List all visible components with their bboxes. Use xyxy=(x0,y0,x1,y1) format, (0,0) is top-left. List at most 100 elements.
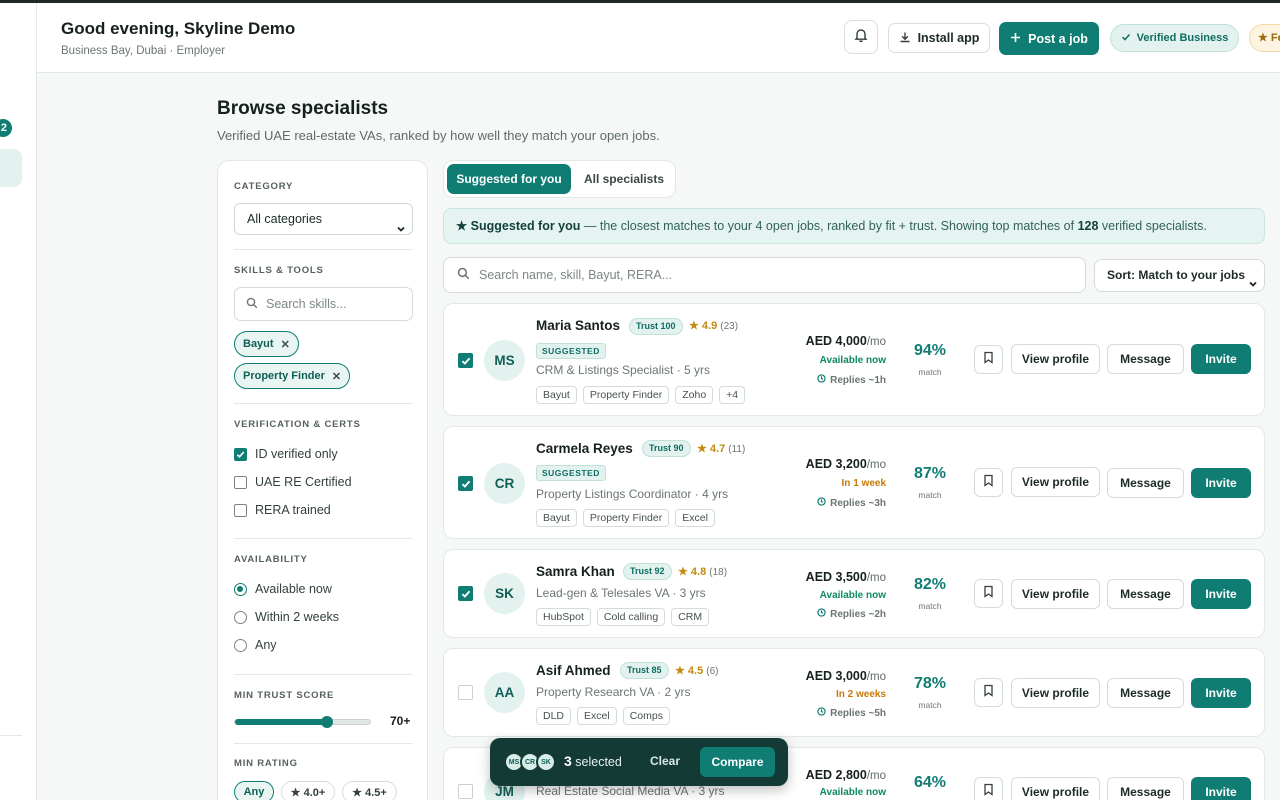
more-tags-badge[interactable]: +4 xyxy=(719,386,746,404)
message-button[interactable]: Message xyxy=(1107,777,1184,800)
checkbox-unchecked[interactable] xyxy=(234,475,247,489)
price-value: AED 3,000 xyxy=(805,669,867,683)
slider-fill xyxy=(235,719,327,725)
specialist-name[interactable]: Maria Santos xyxy=(536,318,620,333)
specialist-card[interactable]: CR Carmela Reyes Trust 90 ★ 4.7 (11) SUG… xyxy=(443,426,1265,539)
verified-business-label: Verified Business xyxy=(1136,32,1229,44)
available-now-radio[interactable]: Available now xyxy=(234,582,332,596)
bookmark-button[interactable] xyxy=(974,678,1003,707)
selected-avatar: SK xyxy=(536,752,556,772)
specialist-card[interactable]: MS Maria Santos Trust 100 ★ 4.9 (23) SUG… xyxy=(443,303,1265,416)
min-trust-heading: MIN TRUST SCORE xyxy=(234,690,335,701)
select-checkbox[interactable] xyxy=(458,685,473,700)
bookmark-button[interactable] xyxy=(974,468,1003,497)
reply-time-text: Replies ~1h xyxy=(830,374,886,386)
match-percent: 82% xyxy=(913,576,947,593)
trust-badge: Trust 92 xyxy=(623,563,672,580)
sort-select[interactable]: Sort: Match to your jobs xyxy=(1094,259,1265,292)
message-button[interactable]: Message xyxy=(1107,678,1184,708)
radio-selected[interactable] xyxy=(234,582,247,596)
view-profile-button[interactable]: View profile xyxy=(1011,344,1100,374)
match-percent: 87% xyxy=(913,465,947,482)
invite-button[interactable]: Invite xyxy=(1191,678,1251,708)
slider-thumb[interactable] xyxy=(320,716,333,728)
skill-tag: Bayut xyxy=(536,509,577,527)
id-verified-checkbox[interactable]: ID verified only xyxy=(234,447,338,461)
bookmark-button[interactable] xyxy=(974,579,1003,608)
reply-time: Replies ~1h xyxy=(817,374,886,386)
skill-chip-bayut[interactable]: Bayut ✕ xyxy=(234,331,299,357)
tab-all-specialists[interactable]: All specialists xyxy=(574,164,674,194)
price-value: AED 3,500 xyxy=(805,570,867,584)
select-checkbox[interactable] xyxy=(458,784,473,799)
invite-button[interactable]: Invite xyxy=(1191,468,1251,498)
checkbox-unchecked[interactable] xyxy=(234,503,247,517)
any-availability-radio[interactable]: Any xyxy=(234,638,277,652)
radio-unselected[interactable] xyxy=(234,610,247,624)
specialist-name[interactable]: Asif Ahmed xyxy=(536,663,611,678)
view-profile-button[interactable]: View profile xyxy=(1011,579,1100,609)
sidebar-item-active[interactable] xyxy=(0,149,22,187)
sidebar-badge[interactable]: 2 xyxy=(0,119,12,137)
specialist-search-input[interactable]: Search name, skill, Bayut, RERA... xyxy=(443,257,1086,293)
specialist-role: Property Research VA · 2 yrs xyxy=(536,685,691,699)
skills-search-input[interactable]: Search skills... xyxy=(234,287,413,321)
tab-suggested[interactable]: Suggested for you xyxy=(447,164,571,194)
banner-count: 128 xyxy=(1077,219,1099,233)
invite-button[interactable]: Invite xyxy=(1191,344,1251,374)
specialist-card[interactable]: AA Asif Ahmed Trust 85 ★ 4.5 (6) Propert… xyxy=(443,648,1265,737)
view-profile-button[interactable]: View profile xyxy=(1011,467,1100,497)
specialist-role: Lead-gen & Telesales VA · 3 yrs xyxy=(536,586,706,600)
clock-icon xyxy=(817,707,826,719)
min-trust-slider[interactable] xyxy=(234,716,371,728)
view-profile-button[interactable]: View profile xyxy=(1011,777,1100,800)
bookmark-button[interactable] xyxy=(974,345,1003,374)
post-job-button[interactable]: Post a job xyxy=(999,22,1099,55)
notifications-button[interactable] xyxy=(844,20,878,54)
uae-re-certified-checkbox[interactable]: UAE RE Certified xyxy=(234,475,352,489)
install-app-button[interactable]: Install app xyxy=(888,23,990,53)
filter-divider xyxy=(234,674,413,675)
specialist-card[interactable]: SK Samra Khan Trust 92 ★ 4.8 (18) Lead-g… xyxy=(443,549,1265,638)
bookmark-button[interactable] xyxy=(974,777,1003,800)
match-label: match xyxy=(918,601,942,611)
bookmark-icon xyxy=(983,351,994,369)
monthly-rate: AED 2,800/mo xyxy=(806,768,886,782)
post-job-label: Post a job xyxy=(1028,31,1088,46)
specialist-name[interactable]: Carmela Reyes xyxy=(536,441,633,456)
message-button[interactable]: Message xyxy=(1107,344,1184,374)
radio-label: Available now xyxy=(255,582,332,596)
availability-status: Available now xyxy=(819,787,886,798)
select-checkbox[interactable] xyxy=(458,586,473,601)
min-trust-value: 70+ xyxy=(390,714,411,728)
select-checkbox[interactable] xyxy=(458,476,473,491)
message-button[interactable]: Message xyxy=(1107,579,1184,609)
compare-button[interactable]: Compare xyxy=(700,747,775,777)
rating-4-5-option[interactable]: ★ 4.5+ xyxy=(342,781,397,800)
specialist-name[interactable]: Samra Khan xyxy=(536,564,615,579)
view-profile-button[interactable]: View profile xyxy=(1011,678,1100,708)
rera-trained-checkbox[interactable]: RERA trained xyxy=(234,503,331,517)
avatar: CR xyxy=(484,463,525,504)
clear-selection-button[interactable]: Clear xyxy=(650,754,680,768)
availability-status: In 1 week xyxy=(841,478,886,489)
radio-unselected[interactable] xyxy=(234,638,247,652)
message-button[interactable]: Message xyxy=(1107,468,1184,498)
within-2-weeks-radio[interactable]: Within 2 weeks xyxy=(234,610,339,624)
trust-badge: Trust 85 xyxy=(620,662,669,679)
close-icon[interactable]: ✕ xyxy=(281,338,290,351)
select-checkbox[interactable] xyxy=(458,353,473,368)
rating-4-0-option[interactable]: ★ 4.0+ xyxy=(281,781,335,800)
rating: ★ 4.7 (11) xyxy=(697,442,745,455)
checkbox-label: RERA trained xyxy=(255,503,331,517)
rating-any-option[interactable]: Any xyxy=(234,781,274,800)
checkbox-checked[interactable] xyxy=(234,447,247,461)
category-select[interactable]: All categories xyxy=(234,203,413,235)
close-icon[interactable]: ✕ xyxy=(332,370,341,383)
invite-button[interactable]: Invite xyxy=(1191,579,1251,609)
skill-tag: Zoho xyxy=(675,386,714,404)
invite-button[interactable]: Invite xyxy=(1191,777,1251,800)
skill-tag: Property Finder xyxy=(582,509,670,527)
skill-chip-property-finder[interactable]: Property Finder ✕ xyxy=(234,363,351,389)
skill-tag: Property Finder xyxy=(582,386,670,404)
